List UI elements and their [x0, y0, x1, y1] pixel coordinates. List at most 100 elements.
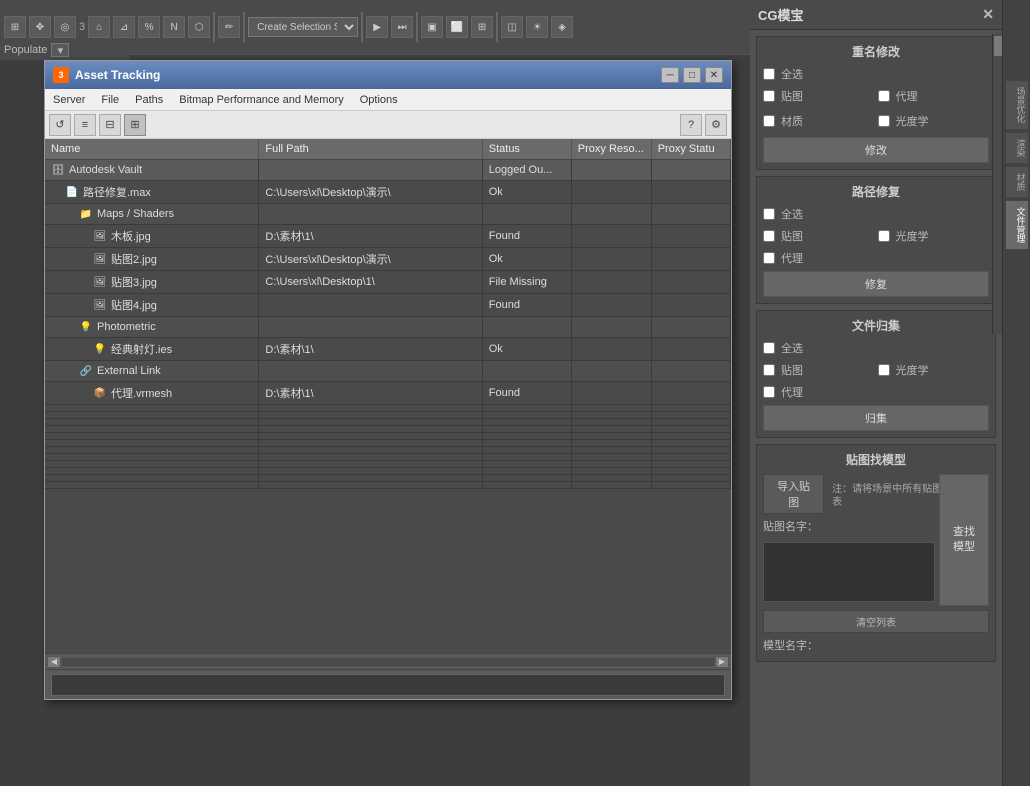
col-path[interactable]: Full Path — [259, 139, 482, 160]
rename-all-row: 全选 — [763, 66, 989, 82]
repair-button[interactable]: 修复 — [763, 271, 989, 297]
toolbar-btn-settings[interactable]: ⚙ — [705, 114, 727, 136]
collect-texture-checkbox[interactable] — [763, 364, 775, 376]
toolbar-icon-7[interactable]: N — [163, 16, 185, 38]
col-name[interactable]: Name — [45, 139, 259, 160]
minimize-button[interactable]: ─ — [661, 67, 679, 83]
panel-scrollbar[interactable] — [992, 34, 1002, 334]
path-proxy-checkbox[interactable] — [763, 252, 775, 264]
separator-3 — [361, 12, 363, 42]
collect-photometric-checkbox[interactable] — [878, 364, 890, 376]
rename-material-checkbox[interactable] — [763, 115, 775, 127]
path-photometric-checkbox[interactable] — [878, 230, 890, 242]
col-proxy-stat[interactable]: Proxy Statu — [651, 139, 730, 160]
cg-close-btn[interactable]: ✕ — [982, 6, 994, 23]
menu-paths[interactable]: Paths — [127, 92, 171, 108]
table-row-empty — [45, 412, 731, 419]
toolbar-icon-mat[interactable]: ◈ — [551, 16, 573, 38]
clear-list-button[interactable]: 清空列表 — [763, 610, 989, 633]
create-selection-dropdown[interactable]: Create Selection Se... — [248, 17, 358, 37]
row-proxy-stat — [651, 160, 730, 181]
separator-2 — [243, 12, 245, 42]
menu-server[interactable]: Server — [45, 92, 93, 108]
path-title: 路径修复 — [763, 183, 989, 200]
populate-dropdown[interactable]: ▾ — [51, 43, 69, 57]
toolbar-btn-help[interactable]: ? — [680, 114, 702, 136]
row-proxy-stat — [651, 204, 730, 225]
path-all-checkbox[interactable] — [763, 208, 775, 220]
collect-section: 文件归集 全选 贴图 光度学 代理 归集 — [756, 310, 996, 438]
row-status: Ok — [482, 338, 571, 361]
toolbar-icon-6[interactable]: % — [138, 16, 160, 38]
texture-preview-box — [763, 542, 935, 602]
toolbar-icon-3[interactable]: ◎ — [54, 16, 76, 38]
collect-all-checkbox[interactable] — [763, 342, 775, 354]
asset-table-container[interactable]: Name Full Path Status Proxy Reso... Prox… — [45, 139, 731, 653]
table-row-empty — [45, 405, 731, 412]
window-controls: ─ □ ✕ — [661, 67, 723, 83]
row-proxy-res — [571, 271, 651, 294]
toolbar-icon-step[interactable]: ⏭ — [391, 16, 413, 38]
row-status: Ok — [482, 181, 571, 204]
close-button[interactable]: ✕ — [705, 67, 723, 83]
toolbar-btn-2[interactable]: ≡ — [74, 114, 96, 136]
toolbar-icon-4[interactable]: ⌂ — [88, 16, 110, 38]
collect-proxy-checkbox[interactable] — [763, 386, 775, 398]
rename-photometric-checkbox[interactable] — [878, 115, 890, 127]
menu-options[interactable]: Options — [352, 92, 406, 108]
modify-button[interactable]: 修改 — [763, 137, 989, 163]
table-row-empty — [45, 426, 731, 433]
row-status — [482, 317, 571, 338]
col-status[interactable]: Status — [482, 139, 571, 160]
restore-button[interactable]: □ — [683, 67, 701, 83]
scroll-left-btn[interactable]: ◀ — [47, 656, 61, 668]
collect-button[interactable]: 归集 — [763, 405, 989, 431]
table-row-empty — [45, 461, 731, 468]
table-row: 📄 路径修复.max C:\Users\xl\Desktop\演示\ Ok — [45, 181, 731, 204]
toolbar-icon-play[interactable]: ▶ — [366, 16, 388, 38]
table-row-empty — [45, 482, 731, 489]
horizontal-scrollbar[interactable]: ◀ ▶ — [45, 653, 731, 669]
toolbar-icon-light[interactable]: ☀ — [526, 16, 548, 38]
import-texture-button[interactable]: 导入贴图 — [763, 474, 824, 514]
sidebar-item-file[interactable]: 文件管理 — [1005, 200, 1029, 250]
sidebar-item-scene[interactable]: 场景优化 — [1005, 80, 1029, 130]
toolbar-btn-3[interactable]: ⊟ — [99, 114, 121, 136]
toolbar-icon-frame[interactable]: ⬜ — [446, 16, 468, 38]
table-row: 🖼 贴图4.jpg Found — [45, 294, 731, 317]
table-row-empty — [45, 454, 731, 461]
row-path — [259, 317, 482, 338]
toolbar-btn-4[interactable]: ⊞ — [124, 114, 146, 136]
scroll-track[interactable] — [61, 657, 715, 667]
asset-main-area: Name Full Path Status Proxy Reso... Prox… — [45, 139, 731, 699]
toolbar-icon-pen[interactable]: ✏ — [218, 16, 240, 38]
row-name: 代理.vrmesh — [111, 385, 172, 401]
menu-file[interactable]: File — [93, 92, 127, 108]
toolbar-icon-2[interactable]: ✥ — [29, 16, 51, 38]
toolbar-icon-5[interactable]: ⊿ — [113, 16, 135, 38]
toolbar-icon-cam[interactable]: ◫ — [501, 16, 523, 38]
table-row-empty — [45, 419, 731, 426]
sidebar-item-render[interactable]: 渲染 — [1005, 132, 1029, 164]
query-model-button[interactable]: 查找 模型 — [939, 474, 989, 606]
toolbar-icon-8[interactable]: ⬡ — [188, 16, 210, 38]
toolbar-icon-grid[interactable]: ⊞ — [471, 16, 493, 38]
toolbar-icon-1[interactable]: ⊞ — [4, 16, 26, 38]
toolbar-icon-box[interactable]: ▣ — [421, 16, 443, 38]
col-proxy-res[interactable]: Proxy Reso... — [571, 139, 651, 160]
asset-input-field[interactable] — [51, 674, 725, 696]
rename-all-checkbox[interactable] — [763, 68, 775, 80]
rename-material-row: 材质 — [763, 113, 875, 129]
toolbar-btn-1[interactable]: ↺ — [49, 114, 71, 136]
panel-scroll-thumb[interactable] — [994, 36, 1002, 56]
sidebar-item-material[interactable]: 材质 — [1005, 166, 1029, 198]
rename-proxy-checkbox[interactable] — [878, 90, 890, 102]
collect-all-label: 全选 — [781, 340, 803, 356]
collect-texture-row: 贴图 — [763, 362, 875, 378]
scroll-right-btn[interactable]: ▶ — [715, 656, 729, 668]
menu-bar: Server File Paths Bitmap Performance and… — [45, 89, 731, 111]
row-status — [482, 204, 571, 225]
rename-texture-checkbox[interactable] — [763, 90, 775, 102]
menu-bitmap[interactable]: Bitmap Performance and Memory — [171, 92, 351, 108]
path-texture-checkbox[interactable] — [763, 230, 775, 242]
